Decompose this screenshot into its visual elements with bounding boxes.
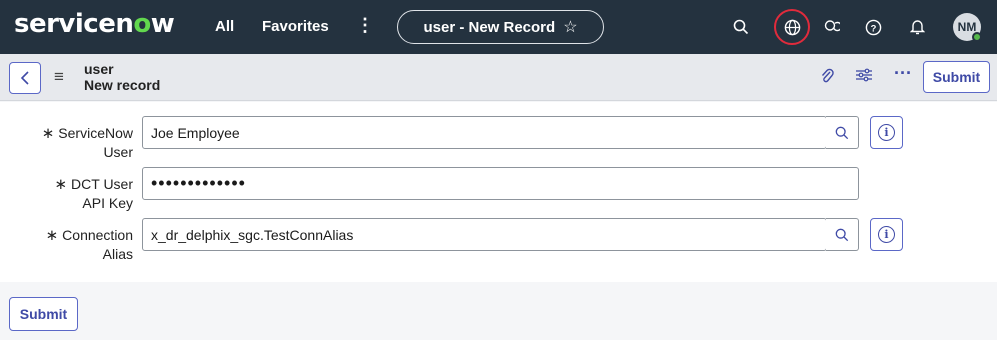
required-marker: ∗ [45, 227, 59, 244]
required-marker: ∗ [41, 125, 55, 142]
servicenow-user-lookup-button[interactable] [826, 116, 859, 149]
context-title-pill[interactable]: user - New Record ☆ [397, 10, 604, 44]
more-icon[interactable]: ··· [894, 63, 912, 84]
servicenow-user-input[interactable]: Joe Employee [142, 116, 827, 149]
star-icon[interactable]: ☆ [563, 17, 577, 37]
label-line: User [103, 144, 133, 160]
search-icon [835, 126, 849, 139]
context-title: user - New Record [423, 18, 556, 36]
form-header: ≡ user New record ··· Submit [0, 54, 997, 101]
nav-all[interactable]: All [215, 18, 234, 35]
bell-icon[interactable] [903, 13, 931, 41]
servicenow-logo[interactable]: servicenow [14, 9, 175, 39]
servicenow-user-info-button[interactable]: i [870, 116, 903, 149]
help-icon[interactable]: ? [859, 13, 887, 41]
form-body: ∗ ServiceNow User Joe Employee i ∗ DCT Use… [0, 102, 997, 282]
record-table-name: user [84, 61, 114, 77]
label-servicenow-user: ∗ ServiceNow User [0, 124, 133, 162]
back-icon [20, 71, 29, 85]
connection-alias-lookup-button[interactable] [826, 218, 859, 251]
connection-alias-input[interactable]: x_dr_delphix_sgc.TestConnAlias [142, 218, 827, 251]
nav-favorites[interactable]: Favorites [262, 18, 329, 35]
label-line: API Key [82, 195, 133, 211]
settings-sliders-icon[interactable] [855, 67, 873, 88]
label-line: DCT User [71, 176, 133, 192]
info-icon: i [878, 226, 895, 243]
label-line: ServiceNow [58, 125, 133, 141]
chat-icon[interactable] [818, 13, 846, 41]
nav-more-menu[interactable]: ⋮ [356, 15, 374, 36]
submit-button-header[interactable]: Submit [923, 61, 990, 93]
svg-text:?: ? [870, 23, 876, 34]
dct-user-api-key-input[interactable]: ••••••••••••• [142, 167, 859, 200]
search-icon[interactable] [727, 13, 755, 41]
paperclip-icon[interactable] [820, 67, 834, 90]
avatar[interactable]: NM [953, 13, 982, 42]
label-dct-user-api-key: ∗ DCT User API Key [0, 175, 133, 213]
required-marker: ∗ [54, 176, 68, 193]
submit-button-footer[interactable]: Submit [9, 297, 78, 331]
globe-icon[interactable] [778, 13, 806, 41]
label-line: Alias [102, 246, 133, 262]
back-button[interactable] [9, 62, 41, 94]
record-subtitle: New record [84, 77, 161, 93]
label-connection-alias: ∗ Connection Alias [0, 226, 133, 264]
search-icon [835, 228, 849, 241]
label-line: Connection [62, 227, 133, 243]
menu-icon[interactable]: ≡ [54, 67, 64, 87]
info-icon: i [878, 124, 895, 141]
connection-alias-info-button[interactable]: i [870, 218, 903, 251]
presence-indicator [972, 32, 982, 42]
top-navigation: servicenow All Favorites ⋮ user - New Re… [0, 0, 997, 54]
